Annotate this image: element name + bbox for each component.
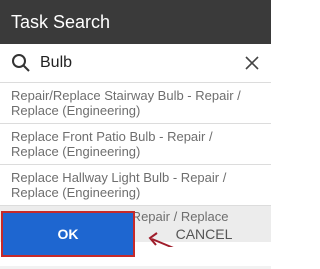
list-item[interactable]: Replace Hallway Light Bulb - Repair / Re… [0, 165, 271, 205]
dialog-title: Task Search [11, 12, 111, 32]
cancel-button-label: CANCEL [175, 226, 233, 242]
dialog-header: Task Search [0, 0, 271, 44]
list-item[interactable]: Repair/Replace Stairway Bulb - Repair / … [0, 83, 271, 123]
list-item-label: Repair/Replace Stairway Bulb - Repair / … [11, 88, 241, 118]
ok-button-label: OK [57, 226, 79, 242]
list-item[interactable]: Replace Front Patio Bulb - Repair / Repl… [0, 124, 271, 164]
ok-button[interactable]: OK [1, 211, 135, 257]
list-item-label: Replace Hallway Light Bulb - Repair / Re… [11, 170, 227, 200]
search-bar [0, 44, 271, 82]
list-item-label: Replace Front Patio Bulb - Repair / Repl… [11, 129, 213, 159]
close-icon[interactable] [245, 56, 259, 70]
cancel-button[interactable]: CANCEL [137, 211, 271, 257]
search-input[interactable] [40, 50, 230, 76]
search-icon [12, 54, 30, 72]
